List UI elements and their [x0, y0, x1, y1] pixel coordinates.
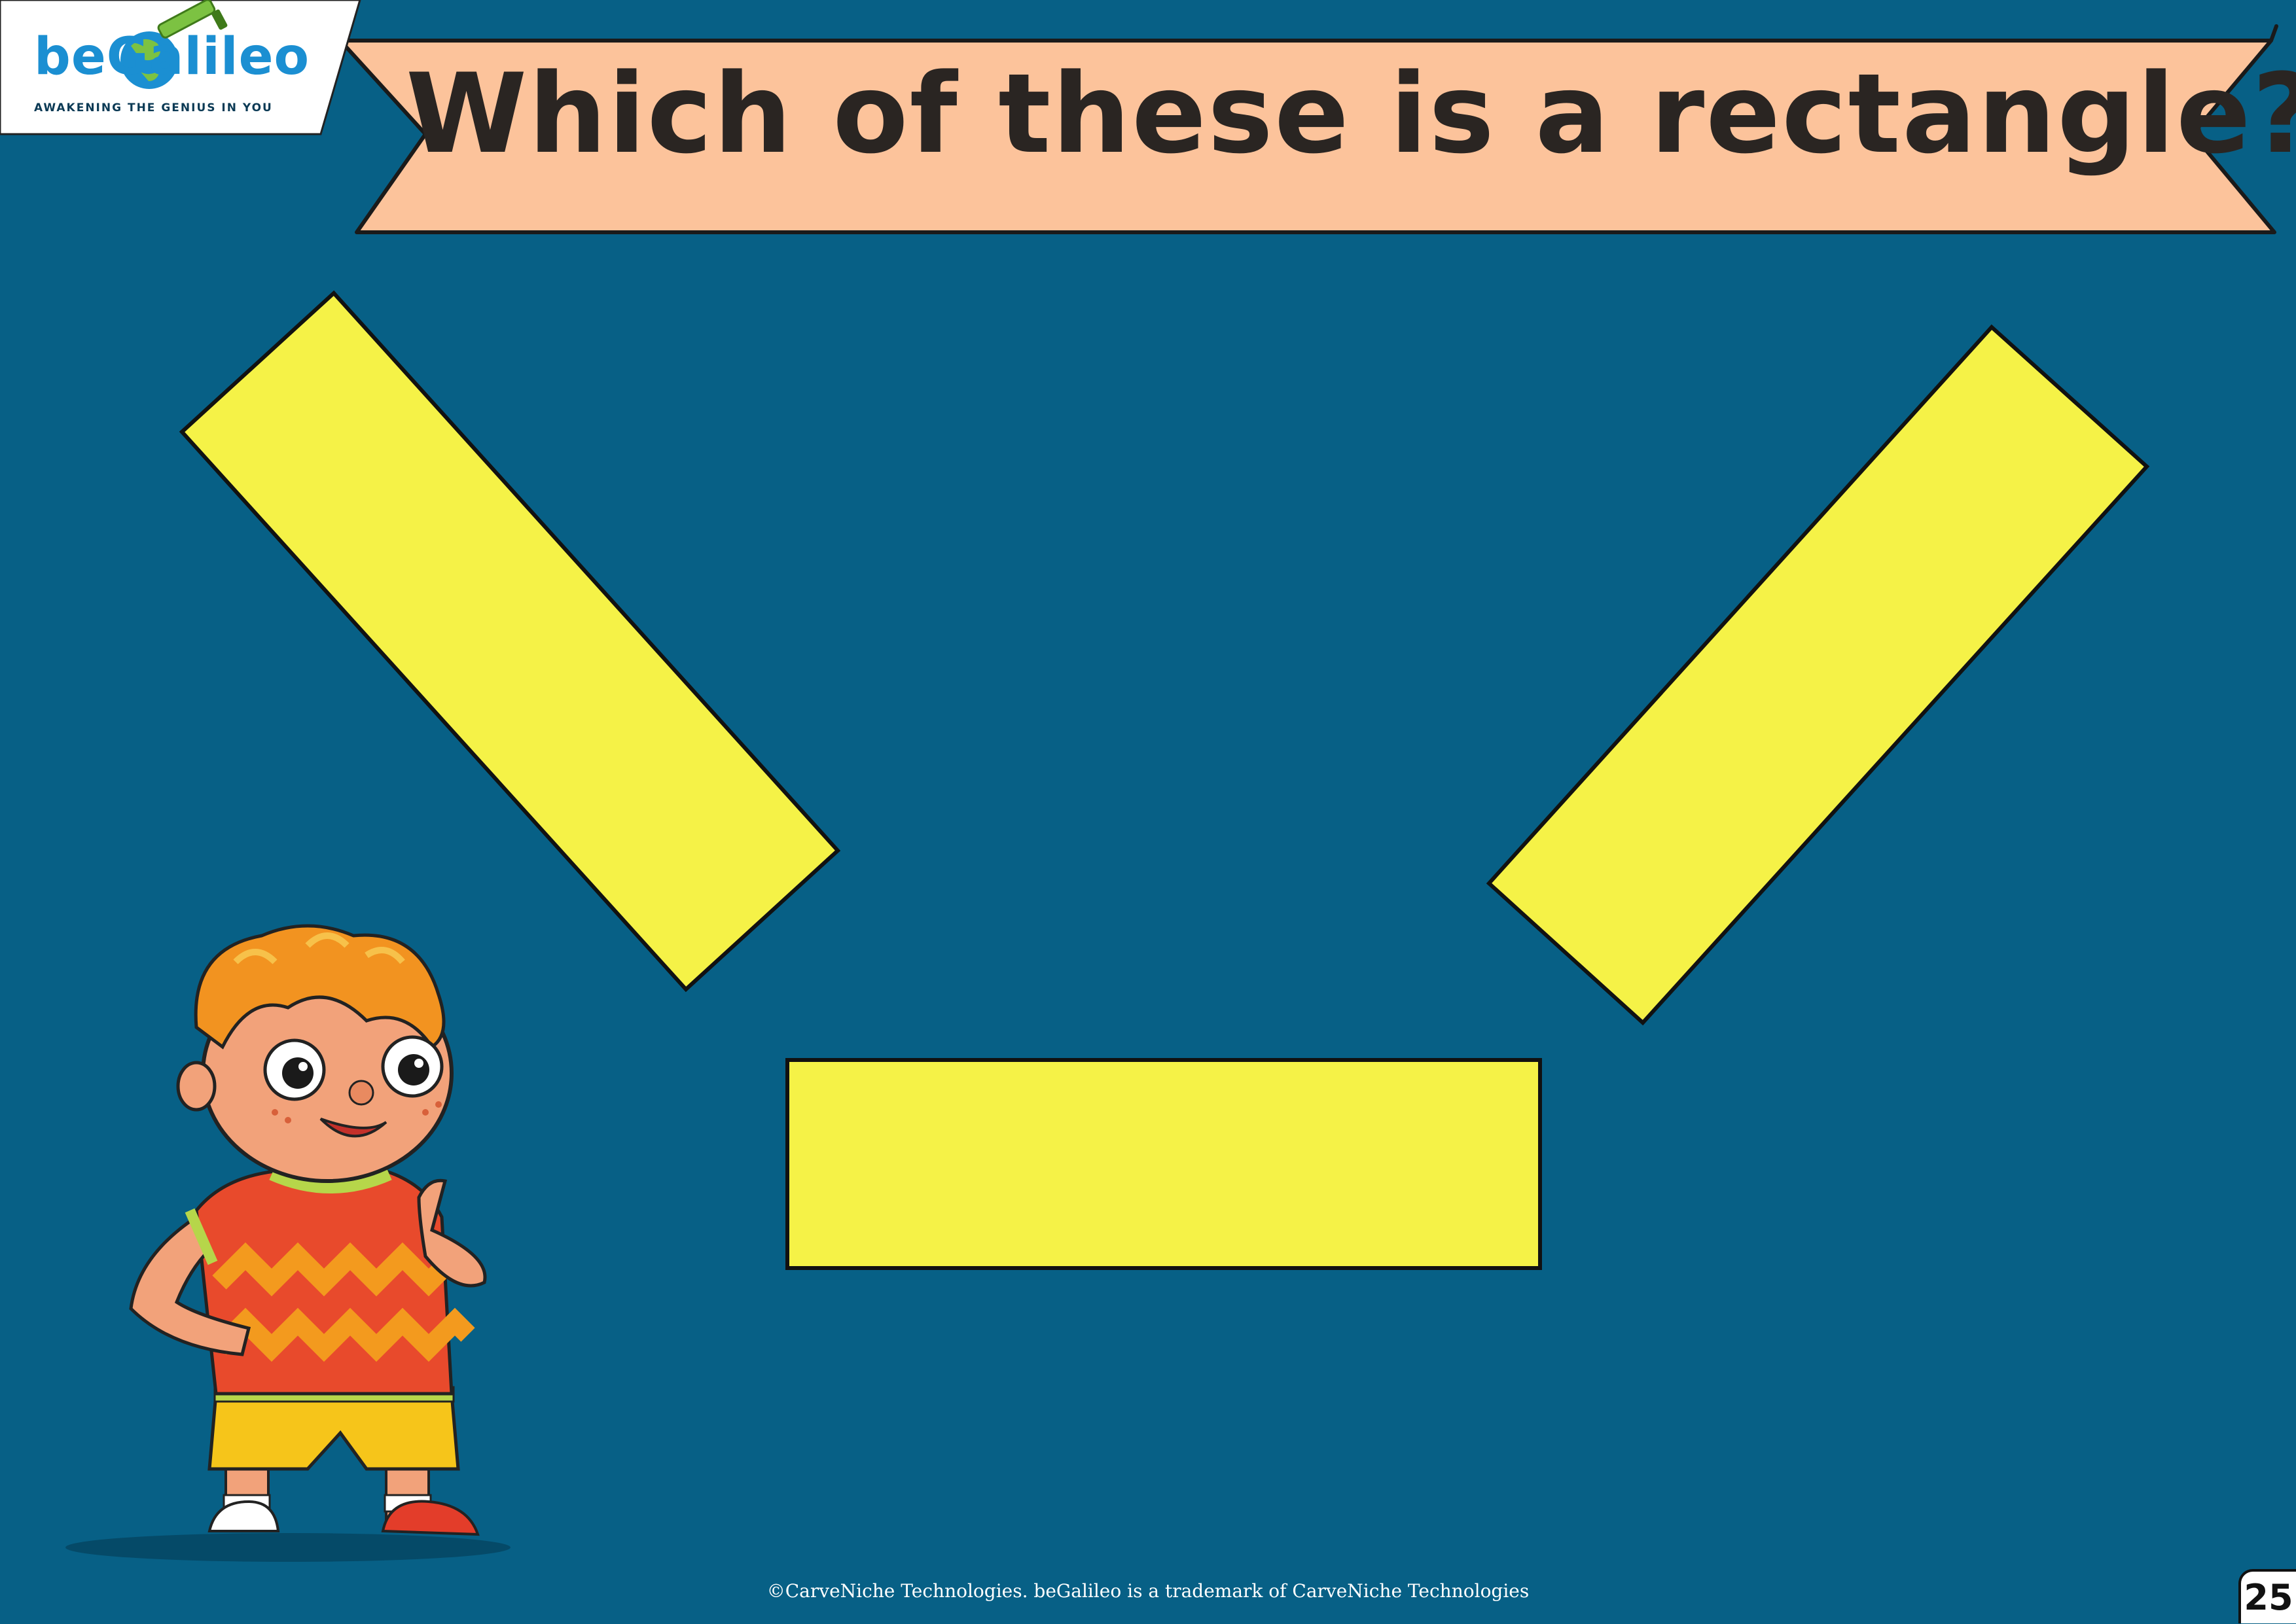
logo-wordmark: beGalileo — [34, 27, 310, 86]
page-graphics — [0, 0, 2278, 1562]
worksheet-page: beGalileo AWAKENING THE GENIUS IN YOU Wh… — [0, 0, 2296, 1623]
tilted-rectangle-left[interactable] — [179, 290, 841, 993]
thinking-boy-character — [65, 924, 511, 1562]
page-number: 25 — [2238, 1569, 2296, 1623]
logo[interactable]: beGalileo AWAKENING THE GENIUS IN YOU — [0, 0, 360, 134]
tilted-rectangle-right[interactable] — [1486, 324, 2150, 1026]
logo-tagline: AWAKENING THE GENIUS IN YOU — [34, 101, 273, 115]
copyright-footer: ©CarveNiche Technologies. beGalileo is a… — [766, 1580, 1530, 1602]
horizontal-rectangle[interactable] — [785, 1058, 1542, 1270]
question-title: Which of these is a rectangle? — [406, 50, 2296, 178]
